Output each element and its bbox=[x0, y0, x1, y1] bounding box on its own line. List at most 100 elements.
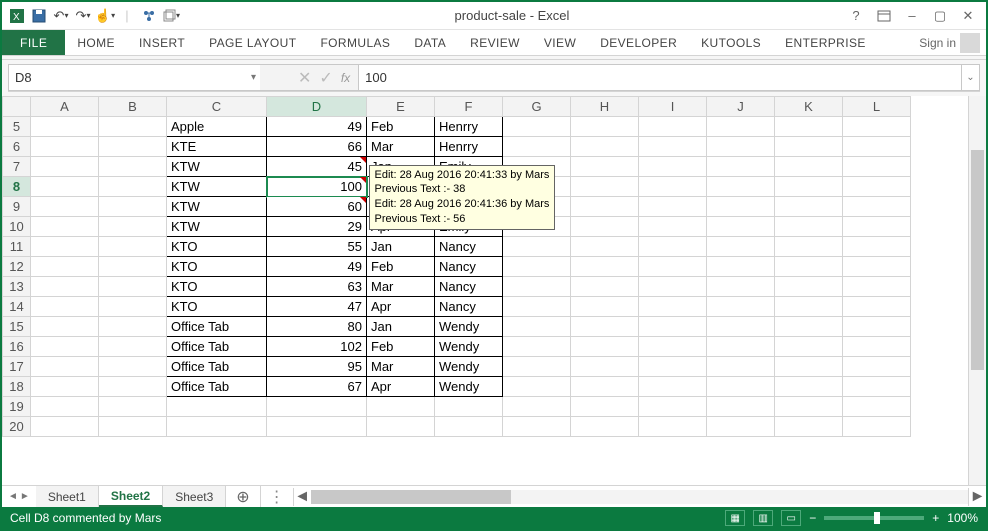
row-header-5[interactable]: 5 bbox=[3, 117, 31, 137]
help-button[interactable]: ? bbox=[844, 6, 868, 26]
worksheet-grid[interactable]: ABCDEFGHIJKL5Apple49FebHenrry6KTE66MarHe… bbox=[2, 96, 986, 485]
cell-D6[interactable]: 66 bbox=[267, 137, 367, 157]
cell-G17[interactable] bbox=[503, 357, 571, 377]
cell-H17[interactable] bbox=[571, 357, 639, 377]
cell-D16[interactable]: 102 bbox=[267, 337, 367, 357]
cell-H14[interactable] bbox=[571, 297, 639, 317]
cell-K20[interactable] bbox=[775, 417, 843, 437]
cell-J14[interactable] bbox=[707, 297, 775, 317]
cell-D14[interactable]: 47 bbox=[267, 297, 367, 317]
sheet-tab-overflow-icon[interactable]: ⋮ bbox=[261, 487, 293, 507]
cell-F18[interactable]: Wendy bbox=[435, 377, 503, 397]
cell-J20[interactable] bbox=[707, 417, 775, 437]
cell-I18[interactable] bbox=[639, 377, 707, 397]
tab-page-layout[interactable]: PAGE LAYOUT bbox=[197, 30, 308, 55]
view-layout-icon[interactable]: ▥ bbox=[753, 510, 773, 526]
cell-L15[interactable] bbox=[843, 317, 911, 337]
cell-L11[interactable] bbox=[843, 237, 911, 257]
cell-G5[interactable] bbox=[503, 117, 571, 137]
cell-A14[interactable] bbox=[31, 297, 99, 317]
select-all-corner[interactable] bbox=[3, 97, 31, 117]
cell-A12[interactable] bbox=[31, 257, 99, 277]
formula-expand-icon[interactable]: ⌄ bbox=[962, 64, 980, 91]
hscroll-right-icon[interactable]: ► bbox=[968, 488, 986, 506]
cell-A20[interactable] bbox=[31, 417, 99, 437]
cell-F11[interactable]: Nancy bbox=[435, 237, 503, 257]
cell-H13[interactable] bbox=[571, 277, 639, 297]
cell-C5[interactable]: Apple bbox=[167, 117, 267, 137]
cell-E18[interactable]: Apr bbox=[367, 377, 435, 397]
name-box[interactable]: D8 ▾ bbox=[8, 64, 260, 91]
row-header-16[interactable]: 16 bbox=[3, 337, 31, 357]
cell-C19[interactable] bbox=[167, 397, 267, 417]
cell-L12[interactable] bbox=[843, 257, 911, 277]
cell-E19[interactable] bbox=[367, 397, 435, 417]
close-button[interactable]: ✕ bbox=[956, 6, 980, 26]
tab-review[interactable]: REVIEW bbox=[458, 30, 532, 55]
cell-D5[interactable]: 49 bbox=[267, 117, 367, 137]
column-header-E[interactable]: E bbox=[367, 97, 435, 117]
row-header-20[interactable]: 20 bbox=[3, 417, 31, 437]
sheet-tab-sheet2[interactable]: Sheet2 bbox=[99, 486, 163, 507]
cell-E13[interactable]: Mar bbox=[367, 277, 435, 297]
cell-J15[interactable] bbox=[707, 317, 775, 337]
cell-L18[interactable] bbox=[843, 377, 911, 397]
tab-kutools[interactable]: KUTOOLS bbox=[689, 30, 773, 55]
cell-D19[interactable] bbox=[267, 397, 367, 417]
zoom-out-button[interactable]: − bbox=[809, 511, 816, 525]
cell-C8[interactable]: KTW bbox=[167, 177, 267, 197]
cell-B10[interactable] bbox=[99, 217, 167, 237]
cell-E15[interactable]: Jan bbox=[367, 317, 435, 337]
cell-D9[interactable]: 60 bbox=[267, 197, 367, 217]
cell-A13[interactable] bbox=[31, 277, 99, 297]
row-header-19[interactable]: 19 bbox=[3, 397, 31, 417]
column-header-G[interactable]: G bbox=[503, 97, 571, 117]
cell-I7[interactable] bbox=[639, 157, 707, 177]
cell-L6[interactable] bbox=[843, 137, 911, 157]
cell-D8[interactable]: 100 bbox=[267, 177, 367, 197]
cell-K12[interactable] bbox=[775, 257, 843, 277]
cell-D10[interactable]: 29 bbox=[267, 217, 367, 237]
vertical-scrollbar[interactable] bbox=[968, 96, 986, 485]
row-header-6[interactable]: 6 bbox=[3, 137, 31, 157]
row-header-8[interactable]: 8 bbox=[3, 177, 31, 197]
cell-E5[interactable]: Feb bbox=[367, 117, 435, 137]
cell-K5[interactable] bbox=[775, 117, 843, 137]
tab-data[interactable]: DATA bbox=[402, 30, 458, 55]
cell-K6[interactable] bbox=[775, 137, 843, 157]
cell-B5[interactable] bbox=[99, 117, 167, 137]
cell-A19[interactable] bbox=[31, 397, 99, 417]
cell-G18[interactable] bbox=[503, 377, 571, 397]
cell-D7[interactable]: 45 bbox=[267, 157, 367, 177]
column-header-I[interactable]: I bbox=[639, 97, 707, 117]
cell-A17[interactable] bbox=[31, 357, 99, 377]
column-header-L[interactable]: L bbox=[843, 97, 911, 117]
cell-L10[interactable] bbox=[843, 217, 911, 237]
cell-C6[interactable]: KTE bbox=[167, 137, 267, 157]
cell-G20[interactable] bbox=[503, 417, 571, 437]
zoom-knob[interactable] bbox=[874, 512, 880, 524]
enter-formula-icon[interactable]: ✓ bbox=[319, 68, 332, 88]
cell-A6[interactable] bbox=[31, 137, 99, 157]
ribbon-options-button[interactable] bbox=[872, 6, 896, 26]
cell-F16[interactable]: Wendy bbox=[435, 337, 503, 357]
cell-H19[interactable] bbox=[571, 397, 639, 417]
cell-A7[interactable] bbox=[31, 157, 99, 177]
view-normal-icon[interactable]: ▦ bbox=[725, 510, 745, 526]
tab-insert[interactable]: INSERT bbox=[127, 30, 197, 55]
cell-C16[interactable]: Office Tab bbox=[167, 337, 267, 357]
cell-L20[interactable] bbox=[843, 417, 911, 437]
cell-A18[interactable] bbox=[31, 377, 99, 397]
avatar-icon[interactable] bbox=[960, 33, 980, 53]
cell-J8[interactable] bbox=[707, 177, 775, 197]
cell-J17[interactable] bbox=[707, 357, 775, 377]
cell-A11[interactable] bbox=[31, 237, 99, 257]
cell-H15[interactable] bbox=[571, 317, 639, 337]
cell-J16[interactable] bbox=[707, 337, 775, 357]
zoom-slider[interactable] bbox=[824, 516, 924, 520]
redo-icon[interactable]: ↷▾ bbox=[74, 7, 92, 25]
cell-I6[interactable] bbox=[639, 137, 707, 157]
cell-H12[interactable] bbox=[571, 257, 639, 277]
cell-C17[interactable]: Office Tab bbox=[167, 357, 267, 377]
cell-H11[interactable] bbox=[571, 237, 639, 257]
